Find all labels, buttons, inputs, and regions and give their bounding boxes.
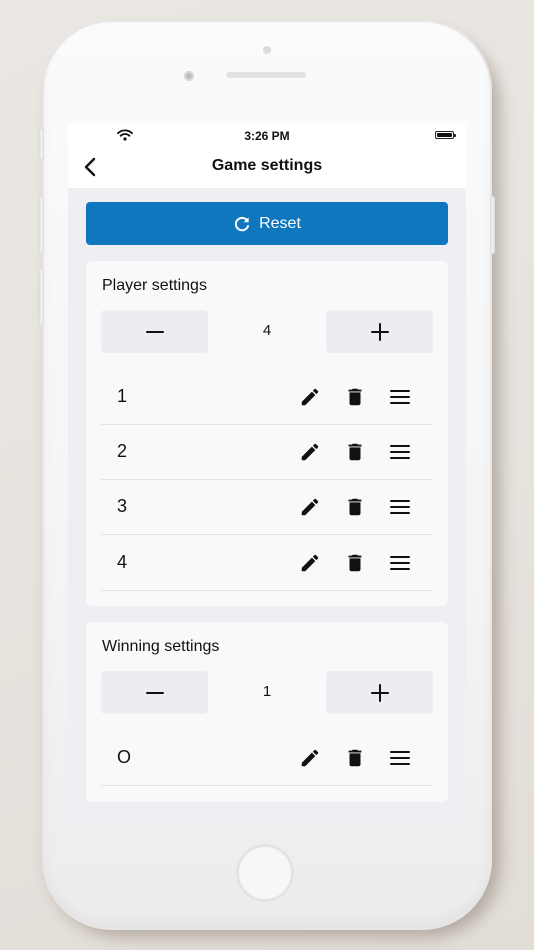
volume-up-button <box>39 196 44 254</box>
winning-count: 1 <box>262 683 272 700</box>
minus-icon <box>145 330 164 333</box>
reorder-player-handle[interactable] <box>389 386 411 408</box>
home-button[interactable] <box>236 844 294 902</box>
player-count: 4 <box>262 322 272 339</box>
reorder-player-handle[interactable] <box>389 441 411 463</box>
player-settings-card: Player settings 4 1 2 3 4 <box>86 261 448 606</box>
delete-player-button[interactable] <box>344 441 366 463</box>
delete-player-button[interactable] <box>344 496 366 518</box>
edit-winning-button[interactable] <box>299 747 321 769</box>
winning-settings-title: Winning settings <box>102 638 220 655</box>
reorder-player-handle[interactable] <box>389 552 411 574</box>
pencil-icon <box>301 443 319 461</box>
front-camera <box>184 71 194 81</box>
player-row: 2 <box>101 424 433 480</box>
winning-decrement-button[interactable] <box>101 671 208 714</box>
drag-handle-icon <box>390 445 410 459</box>
pencil-icon <box>301 749 319 767</box>
winning-label: O <box>117 747 132 767</box>
navigation-bar: Game settings <box>68 146 466 188</box>
player-row: 3 <box>101 479 433 535</box>
edit-player-button[interactable] <box>299 496 321 518</box>
player-label: 3 <box>117 496 128 516</box>
plus-icon <box>370 683 389 702</box>
player-settings-title: Player settings <box>102 277 207 294</box>
page-title: Game settings <box>211 157 323 174</box>
player-increment-button[interactable] <box>326 310 433 353</box>
winning-settings-card: Winning settings 1 O <box>86 622 448 802</box>
reorder-player-handle[interactable] <box>389 496 411 518</box>
refresh-icon <box>233 215 251 233</box>
edit-player-button[interactable] <box>299 441 321 463</box>
app-screen: 3:26 PM Game settings Reset Player setti… <box>68 124 466 828</box>
reset-button[interactable]: Reset <box>86 202 448 245</box>
winning-row: O <box>101 730 433 786</box>
reorder-winning-handle[interactable] <box>389 747 411 769</box>
status-bar: 3:26 PM <box>68 124 466 146</box>
drag-handle-icon <box>390 500 410 514</box>
edit-player-button[interactable] <box>299 386 321 408</box>
player-row: 4 <box>101 535 433 591</box>
edit-player-button[interactable] <box>299 552 321 574</box>
drag-handle-icon <box>390 390 410 404</box>
trash-icon <box>348 554 362 572</box>
player-label: 2 <box>117 441 128 461</box>
pencil-icon <box>301 554 319 572</box>
silent-switch <box>39 128 44 160</box>
reset-label: Reset <box>259 214 301 232</box>
player-label: 4 <box>117 552 128 572</box>
delete-player-button[interactable] <box>344 552 366 574</box>
trash-icon <box>348 498 362 516</box>
drag-handle-icon <box>390 751 410 765</box>
delete-winning-button[interactable] <box>344 747 366 769</box>
player-label: 1 <box>117 386 128 406</box>
minus-icon <box>145 691 164 694</box>
volume-down-button <box>39 268 44 326</box>
trash-icon <box>348 443 362 461</box>
drag-handle-icon <box>390 556 410 570</box>
delete-player-button[interactable] <box>344 386 366 408</box>
winning-increment-button[interactable] <box>326 671 433 714</box>
player-decrement-button[interactable] <box>101 310 208 353</box>
battery-icon <box>435 131 456 139</box>
proximity-sensor <box>263 46 271 54</box>
status-time: 3:26 PM <box>244 129 290 143</box>
trash-icon <box>348 749 362 767</box>
earpiece-speaker <box>226 72 306 78</box>
player-row: 1 <box>101 369 433 425</box>
pencil-icon <box>301 498 319 516</box>
trash-icon <box>348 388 362 406</box>
power-button <box>490 196 495 254</box>
pencil-icon <box>301 388 319 406</box>
plus-icon <box>370 322 389 341</box>
